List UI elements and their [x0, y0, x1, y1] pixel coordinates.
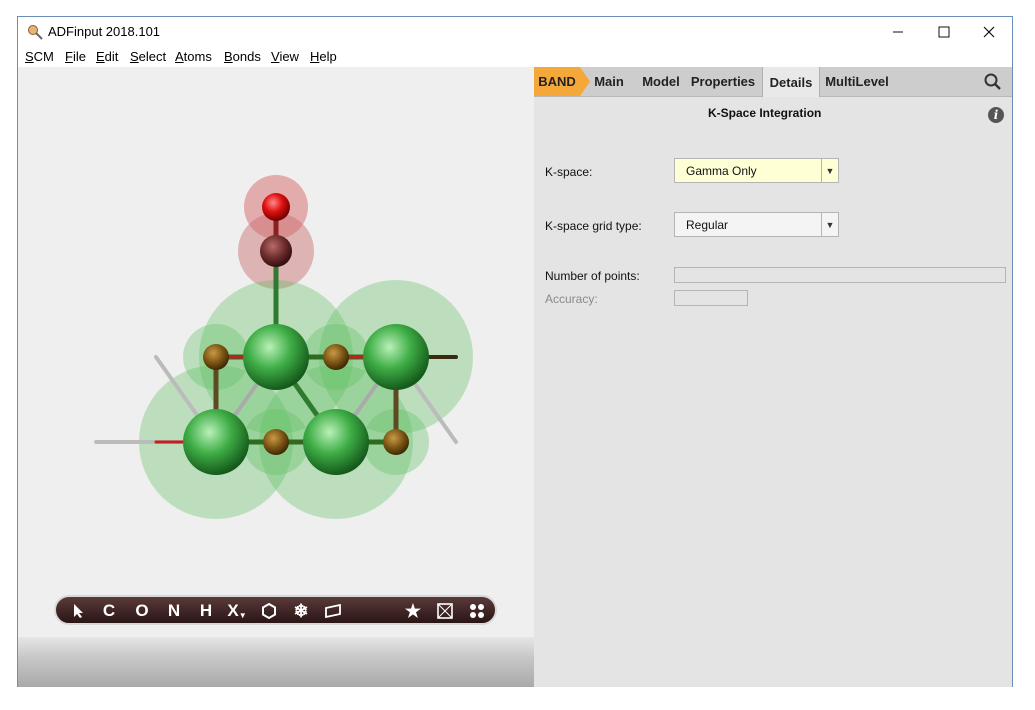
atom-toolbar: C O N H X ▼ ❄ ★	[54, 595, 497, 625]
pointer-icon	[74, 604, 83, 618]
app-icon	[28, 25, 43, 40]
menu-file[interactable]: File	[65, 49, 86, 64]
close-icon	[983, 26, 995, 38]
menu-help[interactable]: Help	[310, 49, 337, 64]
kspace-value: Gamma Only	[686, 164, 757, 178]
tab-bar: BAND Main Model Properties Details Multi…	[534, 67, 1012, 97]
info-icon[interactable]: i	[988, 107, 1004, 123]
grid-type-label: K-space grid type:	[545, 219, 642, 233]
menu-edit[interactable]: Edit	[96, 49, 118, 64]
menu-scm[interactable]: SCM	[25, 49, 54, 64]
maximize-icon	[938, 26, 950, 38]
menu-view[interactable]: View	[271, 49, 299, 64]
grid-type-select[interactable]: Regular ▼	[674, 212, 839, 237]
hydrogen-tool[interactable]: H	[195, 600, 217, 622]
box-icon	[437, 603, 453, 619]
dots-icon	[470, 604, 484, 618]
menu-atoms[interactable]: Atoms	[175, 49, 212, 64]
search-button[interactable]	[984, 73, 1002, 91]
minimize-icon	[893, 31, 903, 33]
accuracy-input[interactable]	[674, 290, 748, 306]
pointer-tool[interactable]	[68, 600, 90, 622]
molecule-viewport[interactable]	[18, 67, 534, 687]
nitrogen-tool[interactable]: N	[163, 600, 185, 622]
snowflake-icon: ❄	[293, 600, 309, 621]
tab-band[interactable]: BAND	[534, 67, 580, 96]
chevron-down-icon: ▼	[821, 213, 838, 236]
toolbar-strip	[18, 637, 534, 687]
chevron-down-icon: ▼	[821, 159, 838, 182]
oxygen-tool[interactable]: O	[131, 600, 153, 622]
symmetry-tool[interactable]: ❄	[290, 600, 312, 622]
menu-select[interactable]: Select	[130, 49, 166, 64]
other-element-tool[interactable]: X ▼	[226, 600, 248, 622]
tab-properties[interactable]: Properties	[686, 67, 760, 96]
maximize-button[interactable]	[921, 17, 967, 47]
star-icon: ★	[404, 600, 422, 621]
menu-bonds[interactable]: Bonds	[224, 49, 261, 64]
molecule-tool[interactable]	[466, 600, 488, 622]
kspace-label: K-space:	[545, 165, 593, 179]
tab-main[interactable]: Main	[592, 67, 626, 96]
kspace-select[interactable]: Gamma Only ▼	[674, 158, 839, 183]
carbon-tool[interactable]: C	[98, 600, 120, 622]
plane-tool[interactable]	[322, 600, 344, 622]
ring-tool[interactable]	[258, 600, 280, 622]
hexagon-icon	[262, 603, 276, 619]
tab-details[interactable]: Details	[762, 67, 820, 97]
section-title: K-Space Integration	[708, 106, 822, 120]
number-of-points-input[interactable]	[674, 267, 1006, 283]
title-bar: ADFinput 2018.101	[18, 17, 1012, 47]
plane-icon	[325, 604, 341, 618]
box-tool[interactable]	[434, 600, 456, 622]
search-icon	[984, 73, 1001, 90]
molecule-drawing	[94, 175, 473, 519]
other-element-label: X	[227, 601, 239, 620]
tab-multilevel[interactable]: MultiLevel	[822, 67, 892, 96]
minimize-button[interactable]	[875, 17, 921, 47]
tab-model[interactable]: Model	[640, 67, 682, 96]
menu-bar: SCM File Edit Select Atoms Bonds View He…	[18, 47, 1012, 67]
dropdown-triangle-icon: ▼	[238, 610, 247, 620]
close-button[interactable]	[966, 17, 1012, 47]
window-title: ADFinput 2018.101	[48, 24, 161, 39]
accuracy-label: Accuracy:	[545, 292, 598, 306]
app-window: ADFinput 2018.101 SCM File Edit Select A…	[17, 16, 1013, 687]
grid-type-value: Regular	[686, 218, 729, 232]
favorites-tool[interactable]: ★	[402, 600, 424, 622]
settings-panel: BAND Main Model Properties Details Multi…	[534, 67, 1012, 687]
number-of-points-label: Number of points:	[545, 269, 640, 283]
